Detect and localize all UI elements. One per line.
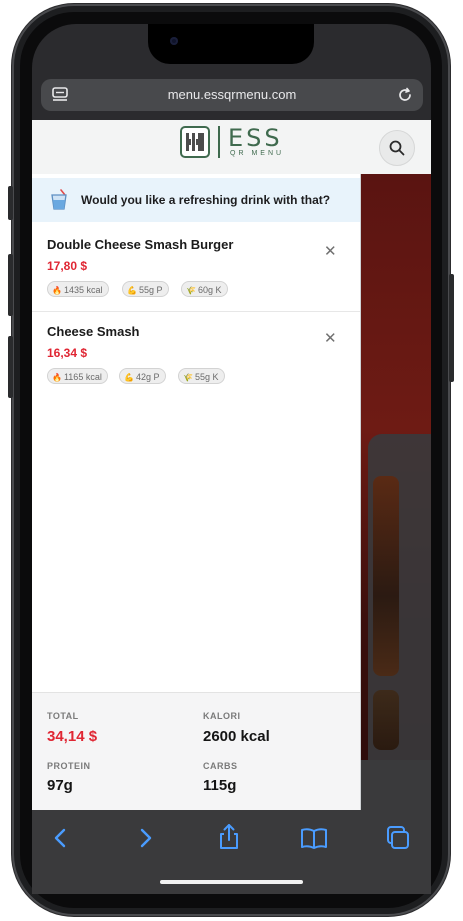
protein-value: 55g P — [138, 285, 163, 295]
wheat-icon: 🌾 — [186, 286, 196, 295]
cart-summary — [32, 692, 360, 810]
background-food-image — [373, 690, 399, 750]
carbs-value: 55g K — [194, 372, 219, 382]
total-label: TOTAL — [47, 711, 79, 721]
kcal-chip: 🔥 1435 kcal — [47, 281, 109, 297]
logo-divider — [218, 126, 220, 158]
tabs-icon[interactable] — [383, 823, 413, 853]
kcal-value: 1165 kcal — [63, 372, 102, 382]
forward-icon[interactable] — [131, 823, 161, 853]
protein-chip: 💪 55g P — [122, 281, 169, 297]
kalori-value: 2600 kcal — [203, 728, 270, 745]
cart-item-name: Cheese Smash — [47, 324, 140, 339]
front-camera — [170, 37, 178, 45]
cart-item-name: Double Cheese Smash Burger — [47, 237, 234, 252]
volume-up-button — [8, 254, 13, 316]
background-nav — [361, 760, 431, 810]
cart-item-price: 16,34 $ — [47, 346, 88, 360]
home-indicator — [160, 880, 303, 884]
kcal-value: 1435 kcal — [63, 285, 103, 295]
fire-icon: 🔥 — [52, 373, 62, 382]
remove-item-button[interactable]: ✕ — [324, 242, 337, 260]
cart-item-price: 17,80 $ — [47, 259, 88, 273]
fire-icon: 🔥 — [52, 286, 62, 295]
kcal-chip: 🔥 1165 kcal — [47, 368, 108, 384]
carbs-chip: 🌾 55g K — [178, 368, 225, 384]
power-button — [449, 274, 454, 382]
back-icon[interactable] — [45, 823, 75, 853]
reload-icon[interactable] — [396, 86, 414, 104]
bookmarks-icon[interactable] — [299, 823, 329, 853]
carbs-label: CARBS — [203, 761, 238, 771]
share-icon[interactable] — [214, 822, 244, 852]
remove-item-button[interactable]: ✕ — [324, 329, 337, 347]
volume-down-button — [8, 336, 13, 398]
search-icon — [389, 140, 405, 156]
item-divider — [32, 311, 360, 312]
kalori-label: KALORI — [203, 711, 241, 721]
protein-total-value: 97g — [47, 777, 73, 794]
total-value: 34,14 $ — [47, 728, 98, 745]
protein-value: 42g P — [135, 372, 160, 382]
carbs-value: 60g K — [197, 285, 222, 295]
banner-text: Would you like a refreshing drink with t… — [81, 193, 331, 207]
url-text[interactable]: menu.essqrmenu.com — [41, 79, 423, 111]
silent-switch — [8, 186, 13, 220]
carbs-chip: 🌾 60g K — [181, 281, 228, 297]
protein-label: PROTEIN — [47, 761, 91, 771]
background-food-image — [373, 476, 399, 676]
qr-pattern — [186, 133, 204, 151]
logo-subtitle: QR MENU — [230, 150, 285, 157]
wheat-icon: 🌾 — [183, 373, 193, 382]
logo-text: ESS — [228, 124, 283, 152]
drink-icon — [51, 189, 67, 210]
protein-chip: 💪 42g P — [119, 368, 166, 384]
muscle-icon: 💪 — [127, 286, 137, 295]
carbs-total-value: 115g — [203, 777, 237, 794]
muscle-icon: 💪 — [124, 373, 134, 382]
